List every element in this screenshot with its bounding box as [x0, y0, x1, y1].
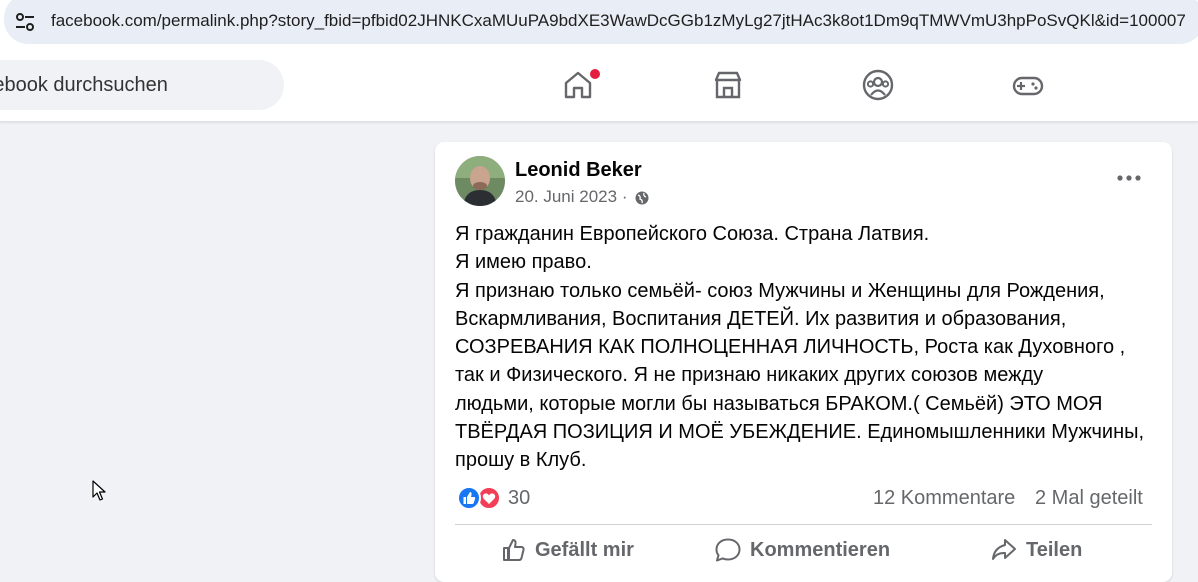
reaction-count[interactable]: 30	[508, 487, 530, 510]
like-button[interactable]: Gefällt mir	[501, 534, 634, 566]
post-line: ТВЁРДАЯ ПОЗИЦИЯ И МОЁ УБЕЖДЕНИЕ. Единомы…	[455, 421, 1145, 444]
post-line: так и Физического. Я не признаю никаких …	[455, 364, 1044, 387]
notification-dot	[589, 68, 601, 80]
more-options-icon[interactable]	[1115, 170, 1143, 186]
post-line: людьми, которые могли бы называться БРАК…	[455, 392, 1103, 415]
url-text[interactable]: facebook.com/permalink.php?story_fbid=pf…	[51, 11, 1198, 31]
share-button[interactable]: Teilen	[990, 534, 1082, 566]
post-line: Я имею право.	[455, 251, 592, 274]
author-name[interactable]: Leonid Beker	[515, 159, 642, 182]
share-label: Teilen	[1026, 538, 1083, 561]
facebook-top-nav: Facebook durchsuchen	[0, 50, 1198, 122]
share-icon	[992, 539, 1016, 560]
post-line: Вскармливания, Воспитания ДЕТЕЙ. Их разв…	[455, 307, 1067, 330]
reaction-icons[interactable]	[456, 485, 504, 511]
comment-count[interactable]: 12 Kommentare	[873, 487, 1015, 510]
post-meta: 20. Juni 2023 ·	[515, 187, 650, 207]
gaming-icon[interactable]	[1011, 68, 1045, 102]
search-input[interactable]: Facebook durchsuchen	[0, 60, 284, 110]
like-label: Gefällt mir	[535, 538, 634, 561]
divider	[455, 524, 1152, 525]
post-line: СОЗРЕВАНИЯ КАК ПОЛНОЦЕННАЯ ЛИЧНОСТЬ, Рос…	[455, 336, 1126, 359]
share-count[interactable]: 2 Mal geteilt	[1035, 487, 1143, 510]
avatar[interactable]	[455, 156, 505, 206]
comment-button[interactable]: Kommentieren	[714, 534, 890, 566]
site-settings-icon[interactable]	[13, 10, 37, 34]
post-line: прошу в Клуб.	[455, 449, 587, 472]
post-line: Я признаю только семьёй- союз Мужчины и …	[455, 279, 1105, 302]
post-card: Leonid Beker 20. Juni 2023 · Я гражданин…	[435, 142, 1172, 582]
comment-icon	[715, 538, 741, 562]
post-date[interactable]: 20. Juni 2023	[515, 187, 617, 206]
post-body: Я гражданин Европейского Союза. Страна Л…	[455, 220, 1165, 475]
thumbs-up-icon	[503, 539, 525, 561]
comment-label: Kommentieren	[750, 538, 891, 561]
post-line: Я гражданин Европейского Союза. Страна Л…	[455, 223, 930, 245]
meta-separator: ·	[621, 187, 628, 206]
marketplace-icon[interactable]	[711, 68, 745, 102]
groups-icon[interactable]	[861, 68, 895, 102]
globe-icon	[635, 191, 649, 205]
browser-address-bar: facebook.com/permalink.php?story_fbid=pf…	[0, 0, 1198, 50]
search-placeholder: Facebook durchsuchen	[0, 74, 168, 96]
mouse-cursor-icon	[92, 480, 106, 501]
